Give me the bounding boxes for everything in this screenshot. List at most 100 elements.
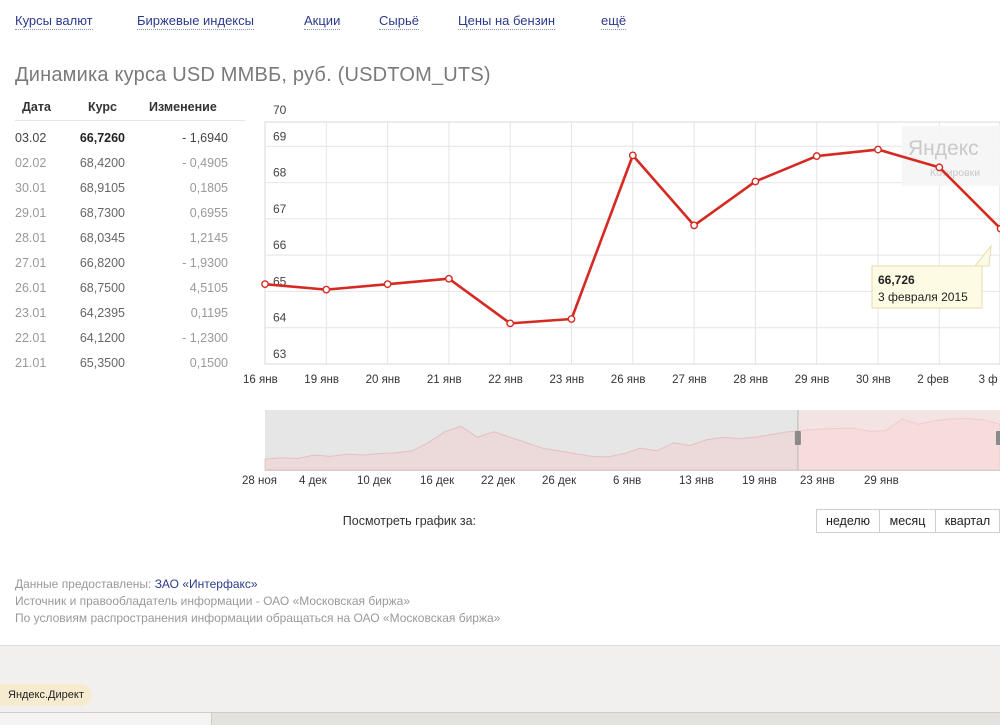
data-point[interactable] bbox=[812, 152, 821, 160]
footer-line-provided: Данные предоставлены: ЗАО «Интерфакс» bbox=[15, 576, 500, 593]
navigator-handle-right[interactable] bbox=[996, 431, 1000, 445]
row-change: 0,6955 bbox=[189, 206, 228, 220]
data-point[interactable] bbox=[628, 151, 637, 160]
tooltip-date: 3 февраля 2015 bbox=[878, 290, 968, 304]
data-point[interactable] bbox=[874, 145, 882, 154]
row-date: 29.01 bbox=[15, 206, 47, 220]
data-point[interactable] bbox=[444, 274, 453, 283]
data-point[interactable] bbox=[567, 315, 576, 323]
row-change: 0,1195 bbox=[190, 306, 228, 320]
y-tick-label: 63 bbox=[273, 347, 287, 361]
y-tick-label: 68 bbox=[273, 166, 287, 180]
tooltip-value: 66,726 bbox=[878, 273, 915, 287]
row-change: - 1,6940 bbox=[182, 131, 228, 145]
bottom-tab bbox=[0, 712, 212, 725]
navigator-tick-label: 6 янв bbox=[613, 475, 641, 487]
table-row: 30.01 68,9105 0,1805 bbox=[15, 177, 245, 202]
x-tick-label: 16 янв bbox=[243, 374, 278, 386]
data-point[interactable] bbox=[506, 319, 515, 328]
header-date: Дата bbox=[22, 100, 51, 114]
nav-fuel-prices[interactable]: Цены на бензин bbox=[458, 13, 556, 30]
row-date: 22.01 bbox=[15, 331, 47, 345]
data-point[interactable] bbox=[935, 163, 944, 172]
row-date: 03.02 bbox=[15, 131, 47, 145]
table-row: 21.01 65,3500 0,1500 bbox=[15, 352, 245, 377]
navigator-tick-label: 4 дек bbox=[299, 475, 328, 487]
data-point[interactable] bbox=[690, 221, 698, 230]
table-row: 27.01 66,8200 - 1,9300 bbox=[15, 252, 245, 277]
navigator-tick-label: 28 ноя bbox=[242, 475, 277, 487]
footer-line-terms: По условиям распространения информации о… bbox=[15, 611, 501, 625]
y-tick-label: 67 bbox=[273, 202, 287, 216]
row-rate: 68,7300 bbox=[79, 206, 125, 220]
yandex-direct-label[interactable]: Яндекс.Директ bbox=[0, 684, 92, 706]
x-tick-label: 26 янв bbox=[611, 374, 646, 386]
row-rate: 68,9105 bbox=[79, 181, 125, 195]
row-rate: 68,0345 bbox=[79, 231, 125, 245]
navigator-selection[interactable] bbox=[797, 410, 1000, 470]
interfax-link[interactable]: ЗАО «Интерфакс» bbox=[155, 577, 258, 591]
row-date: 02.02 bbox=[15, 156, 47, 170]
nav-stock-indices[interactable]: Биржевые индексы bbox=[137, 13, 254, 30]
period-month-button[interactable]: месяц bbox=[879, 509, 936, 533]
row-rate: 64,1200 bbox=[79, 331, 125, 345]
rate-chart[interactable]: 636465666768697016 янв 19 янв 20 янв 21 янв… bbox=[240, 98, 1000, 498]
table-divider bbox=[15, 120, 245, 121]
table-row: 22.01 64,1200 - 1,2300 bbox=[15, 327, 245, 352]
data-point[interactable] bbox=[751, 177, 760, 186]
row-rate: 65,3500 bbox=[79, 356, 125, 370]
x-tick-label: 27 янв bbox=[672, 374, 707, 386]
table-row: 02.02 68,4200 - 0,4905 bbox=[15, 152, 245, 177]
navigator-tick-label: 29 янв bbox=[864, 475, 899, 487]
watermark-brand: Яндекс bbox=[908, 137, 979, 160]
row-change: - 1,2300 bbox=[182, 331, 228, 345]
row-rate: 64,2395 bbox=[79, 306, 125, 320]
header-change: Изменение bbox=[149, 100, 217, 114]
navigator-tick-label: 19 янв bbox=[742, 475, 777, 487]
row-change: 1,2145 bbox=[189, 231, 228, 245]
row-change: 0,1500 bbox=[189, 356, 228, 370]
x-tick-label: 23 янв bbox=[550, 374, 585, 386]
navigator-tick-label: 26 дек bbox=[542, 475, 577, 487]
x-tick-label: 22 янв bbox=[488, 374, 523, 386]
row-date: 30.01 bbox=[15, 181, 47, 195]
row-change: - 1,9300 bbox=[182, 256, 228, 270]
row-date: 21.01 bbox=[15, 356, 47, 370]
source-footer: Данные предоставлены: ЗАО «Интерфакс» Ис… bbox=[15, 576, 500, 627]
period-week-button[interactable]: неделю bbox=[816, 509, 880, 533]
navigator-tick-label: 22 дек bbox=[481, 475, 516, 487]
navigator-tick-label: 10 дек bbox=[357, 475, 392, 487]
nav-more[interactable]: ещё bbox=[601, 13, 627, 30]
table-row: 03.02 66,7260 - 1,6940 bbox=[15, 127, 245, 152]
row-change: - 0,4905 bbox=[182, 156, 228, 170]
x-tick-label: 21 янв bbox=[427, 374, 462, 386]
header-rate: Курс bbox=[88, 100, 118, 114]
navigator-tick-label: 16 дек bbox=[420, 475, 455, 487]
footer-line-source: Источник и правообладатель информации - … bbox=[15, 594, 410, 608]
x-tick-label: 2 фев bbox=[917, 374, 949, 386]
row-change: 0,1805 bbox=[189, 181, 228, 195]
data-point[interactable] bbox=[261, 280, 269, 289]
data-point[interactable] bbox=[322, 285, 331, 294]
page: Курсы валют Биржевые индексы Акции Сырьё… bbox=[0, 0, 1000, 725]
footer-provided-label: Данные предоставлены: bbox=[15, 577, 152, 591]
x-tick-label: 28 янв bbox=[733, 374, 768, 386]
nav-currency-rates[interactable]: Курсы валют bbox=[15, 13, 93, 30]
x-tick-label: 30 янв bbox=[856, 374, 891, 386]
row-date: 27.01 bbox=[15, 256, 47, 270]
x-tick-label: 29 янв bbox=[795, 374, 830, 386]
row-date: 26.01 bbox=[15, 281, 47, 295]
nav-commodities[interactable]: Сырьё bbox=[379, 13, 419, 30]
navigator-tick-label: 23 янв bbox=[800, 475, 835, 487]
nav-shares[interactable]: Акции bbox=[304, 13, 341, 30]
navigator-tick-label: 13 янв bbox=[679, 475, 714, 487]
x-tick-label: 3 ф bbox=[979, 374, 998, 386]
data-point[interactable] bbox=[383, 280, 392, 289]
table-row: 23.01 64,2395 0,1195 bbox=[15, 302, 245, 327]
row-date: 28.01 bbox=[15, 231, 47, 245]
page-title: Динамика курса USD ММВБ, руб. (USDTOM_UT… bbox=[15, 64, 491, 86]
y-tick-label: 64 bbox=[273, 311, 287, 325]
period-quarter-button[interactable]: квартал bbox=[935, 509, 1000, 533]
row-rate: 68,7500 bbox=[79, 281, 125, 295]
navigator-handle-left[interactable] bbox=[794, 431, 801, 445]
